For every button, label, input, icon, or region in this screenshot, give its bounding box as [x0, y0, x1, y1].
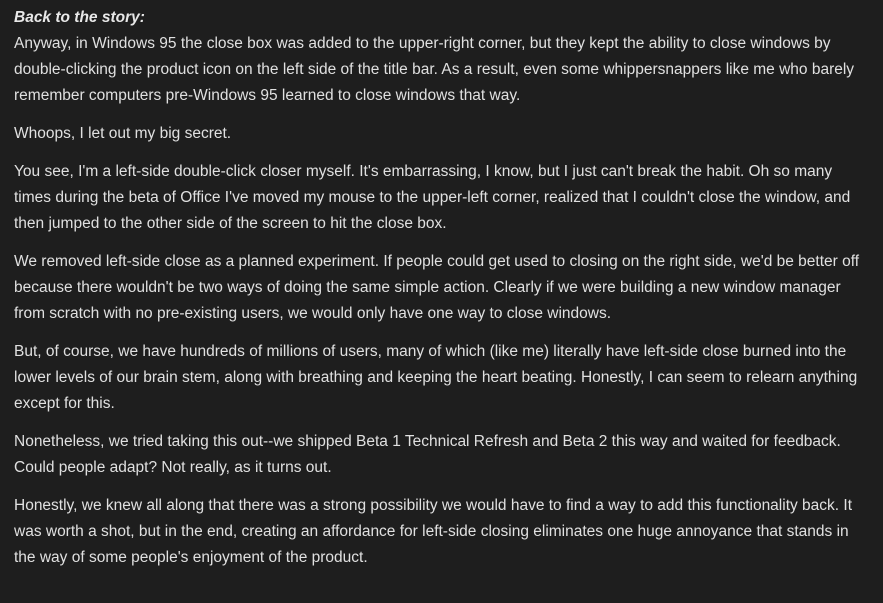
- paragraph-intro: Anyway, in Windows 95 the close box was …: [14, 35, 855, 104]
- paragraph-beta: Nonetheless, we tried taking this out--w…: [14, 433, 841, 476]
- section-heading: Back to the story:: [14, 9, 145, 26]
- paragraph-secret: Whoops, I let out my big secret.: [14, 125, 232, 142]
- paragraph-users: But, of course, we have hundreds of mill…: [14, 343, 858, 412]
- paragraph-habit: You see, I'm a left-side double-click cl…: [14, 163, 851, 232]
- paragraph-conclusion: Honestly, we knew all along that there w…: [14, 497, 853, 566]
- article-body: Back to the story: Anyway, in Windows 95…: [0, 0, 883, 571]
- paragraph-experiment: We removed left-side close as a planned …: [14, 253, 860, 322]
